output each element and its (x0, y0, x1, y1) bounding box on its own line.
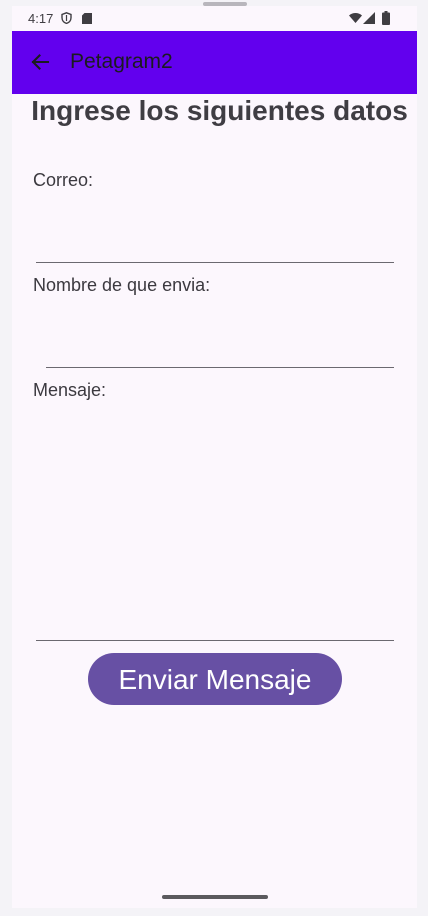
signal-icon (363, 12, 375, 24)
shield-icon (61, 12, 72, 24)
form-heading: Ingrese los siguientes datos (31, 95, 408, 126)
status-bar: 4:17 (12, 6, 417, 31)
sd-card-icon (82, 13, 92, 24)
send-message-button[interactable]: Enviar Mensaje (88, 653, 342, 705)
wifi-icon (349, 13, 362, 23)
app-title: Petagram2 (70, 50, 173, 73)
email-field-underline (36, 262, 394, 263)
arrow-left-icon[interactable] (30, 52, 50, 72)
email-field[interactable] (36, 212, 397, 260)
battery-icon (382, 11, 390, 25)
sender-name-label: Nombre de que envia: (33, 275, 211, 295)
sender-name-field-underline (46, 367, 394, 368)
message-field-underline (36, 640, 394, 641)
message-label: Mensaje: (33, 380, 107, 400)
status-time: 4:17 (28, 11, 54, 26)
message-field[interactable] (36, 408, 397, 636)
app-bar: Petagram2 (12, 31, 417, 94)
sender-name-field[interactable] (46, 318, 397, 366)
gesture-nav-handle[interactable] (162, 895, 268, 899)
email-label: Correo: (33, 170, 94, 190)
app-screen: 4:17 Petagram2 Ingrese los siguientes da… (12, 6, 417, 908)
